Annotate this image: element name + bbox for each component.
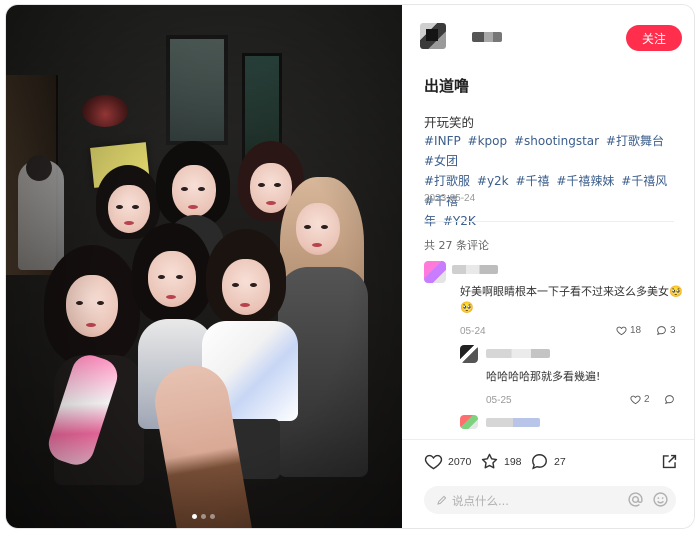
divider xyxy=(424,221,674,222)
chat-bubble-icon xyxy=(657,326,666,336)
emoji-icon[interactable] xyxy=(652,491,669,508)
photo-vignette xyxy=(6,5,402,528)
share-button[interactable] xyxy=(660,452,679,471)
comment-reply-button[interactable]: 3 xyxy=(656,325,676,336)
post-photo[interactable] xyxy=(6,5,402,528)
tag-link[interactable]: #kpop xyxy=(468,134,508,148)
comment-text: 好美啊眼睛根本一下子看不过来这么多美女🥺 xyxy=(460,285,683,298)
comment-like-button[interactable]: 18 xyxy=(616,325,641,336)
comment-count: 共 27 条评论 xyxy=(424,239,489,252)
tag-link[interactable]: #INFP xyxy=(424,134,461,148)
reply-username[interactable] xyxy=(486,418,540,427)
tag-link[interactable]: #打歌舞台 xyxy=(606,134,664,148)
share-icon xyxy=(662,454,677,469)
comment-button[interactable]: 27 xyxy=(530,452,566,471)
image-dot-2[interactable] xyxy=(201,514,206,519)
reply-avatar[interactable] xyxy=(460,415,478,429)
post-date: 2023-05-24 xyxy=(424,193,476,204)
collect-count: 198 xyxy=(504,455,522,468)
author-avatar[interactable] xyxy=(420,23,446,49)
comment-avatar[interactable] xyxy=(424,261,446,283)
collect-button[interactable]: 198 xyxy=(480,452,522,471)
tag-link[interactable]: #千禧 xyxy=(515,174,549,188)
comment-count-action: 27 xyxy=(554,455,566,468)
like-count: 2070 xyxy=(448,455,472,468)
image-dot-1[interactable] xyxy=(192,514,197,519)
image-dot-3[interactable] xyxy=(210,514,215,519)
post-detail-card: 关注 出道噜 开玩笑的 #INFP #kpop #shootingstar #打… xyxy=(6,5,694,528)
reply-username[interactable] xyxy=(486,349,550,358)
author-row: 关注 xyxy=(420,23,682,53)
heart-icon xyxy=(630,395,641,405)
comment-reply-count: 3 xyxy=(670,325,676,336)
tag-link[interactable]: #千禧风 xyxy=(621,174,667,188)
heart-icon xyxy=(616,326,627,336)
reply-text: 哈哈哈哈那就多看幾遍! xyxy=(486,370,601,383)
post-tags: #INFP #kpop #shootingstar #打歌舞台 #女团 #打歌服… xyxy=(424,131,680,231)
reply-like-button[interactable]: 2 xyxy=(630,394,650,405)
reply-like-count: 2 xyxy=(644,394,650,405)
reply-reply-button[interactable] xyxy=(664,394,675,405)
reply-date: 05-25 xyxy=(486,395,512,406)
post-title: 出道噜 xyxy=(424,77,470,95)
comment-input-placeholder[interactable]: 说点什么... xyxy=(452,493,509,509)
reply-avatar[interactable] xyxy=(460,345,478,363)
tag-link[interactable]: #打歌服 xyxy=(424,174,470,188)
engagement-bar: 2070 198 27 说点什么... xyxy=(402,439,694,528)
comment-text-line2: 🥺 xyxy=(460,301,474,314)
author-name[interactable] xyxy=(472,32,502,42)
pencil-icon xyxy=(437,495,447,505)
follow-button[interactable]: 关注 xyxy=(626,25,682,51)
tag-link[interactable]: #女团 xyxy=(424,154,458,168)
comment-username[interactable] xyxy=(452,265,498,274)
image-pagination[interactable] xyxy=(192,514,215,519)
star-icon xyxy=(481,453,498,469)
post-text: 开玩笑的 xyxy=(424,115,475,130)
tag-link[interactable]: #千禧辣妹 xyxy=(556,174,614,188)
comment-date: 05-24 xyxy=(460,326,486,337)
chat-bubble-icon xyxy=(532,454,547,470)
like-button[interactable]: 2070 xyxy=(424,452,471,471)
chat-bubble-icon xyxy=(665,395,674,405)
heart-icon xyxy=(424,454,443,470)
mention-icon[interactable] xyxy=(627,491,644,508)
tag-link[interactable]: #y2k xyxy=(477,174,509,188)
post-detail-panel: 关注 出道噜 开玩笑的 #INFP #kpop #shootingstar #打… xyxy=(402,5,694,528)
tag-link[interactable]: #shootingstar xyxy=(514,134,599,148)
comment-like-count: 18 xyxy=(630,325,642,336)
